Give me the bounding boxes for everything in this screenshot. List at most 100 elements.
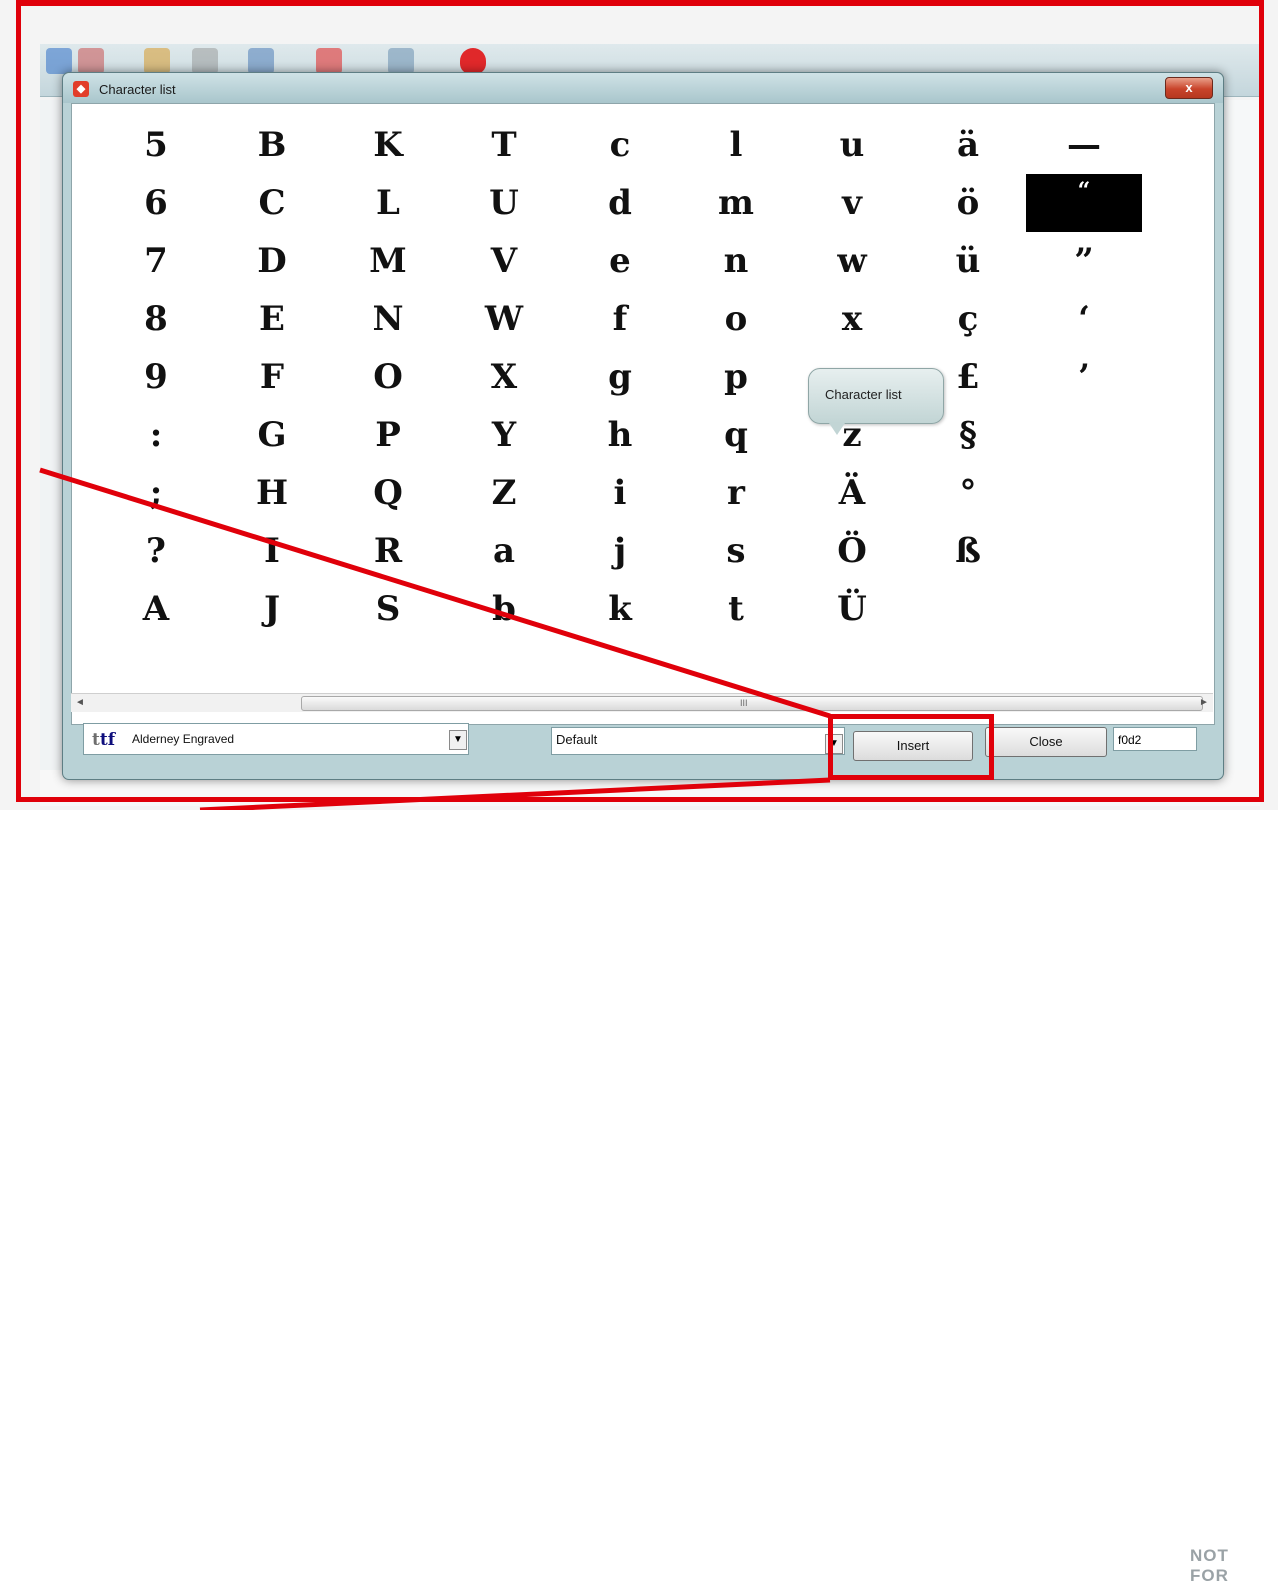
character-cell[interactable]: L [330, 174, 446, 232]
character-cell[interactable]: ‘ [1026, 290, 1142, 348]
character-cell[interactable]: e [562, 232, 678, 290]
character-cell[interactable]: M [330, 232, 446, 290]
dialog-bottom-bar: ttf Alderney Engraved ▼ Default ▼ Insert… [63, 713, 1223, 779]
character-cell[interactable]: ü [910, 232, 1026, 290]
heart-icon[interactable] [460, 48, 486, 74]
character-cell[interactable]: X [446, 348, 562, 406]
character-cell[interactable]: : [98, 406, 214, 464]
character-cell[interactable]: o [678, 290, 794, 348]
font-select[interactable]: ttf Alderney Engraved ▼ [83, 723, 469, 755]
truetype-font-icon: ttf [92, 730, 116, 750]
character-cell[interactable]: F [214, 348, 330, 406]
close-button[interactable]: Close [985, 727, 1107, 757]
laser-icon[interactable] [316, 48, 342, 74]
zoom-icon[interactable] [46, 48, 72, 74]
character-cell[interactable]: “ [1026, 174, 1142, 232]
character-cell[interactable]: k [562, 580, 678, 638]
character-cell[interactable]: p [678, 348, 794, 406]
character-cell[interactable]: O [330, 348, 446, 406]
character-cell[interactable]: h [562, 406, 678, 464]
scroll-grip: III [740, 698, 748, 708]
character-cell[interactable]: D [214, 232, 330, 290]
character-cell[interactable]: f [562, 290, 678, 348]
character-cell[interactable]: ° [910, 464, 1026, 522]
character-cell[interactable]: Z [446, 464, 562, 522]
character-cell[interactable]: c [562, 116, 678, 174]
character-cell[interactable]: T [446, 116, 562, 174]
insert-highlight-box [828, 714, 994, 780]
character-cell[interactable]: Ö [794, 522, 910, 580]
character-cell[interactable]: W [446, 290, 562, 348]
character-list-dialog: ◆ Character list x 5 6 7 8 9:;? A B C D E F G H I J K L M… [62, 72, 1224, 780]
character-cell[interactable]: 9 [98, 348, 214, 406]
character-cell[interactable]: v [794, 174, 910, 232]
character-cell[interactable]: ö [910, 174, 1026, 232]
eraser-icon[interactable] [248, 48, 274, 74]
character-cell[interactable]: — [1026, 116, 1142, 174]
character-cell[interactable]: ä [910, 116, 1026, 174]
character-cell[interactable]: n [678, 232, 794, 290]
character-cell[interactable]: Q [330, 464, 446, 522]
character-cell[interactable]: H [214, 464, 330, 522]
character-cell[interactable]: E [214, 290, 330, 348]
character-cell[interactable]: a [446, 522, 562, 580]
character-cell[interactable]: ß [910, 522, 1026, 580]
right-panel [1222, 100, 1261, 790]
character-cell[interactable]: N [330, 290, 446, 348]
character-cell[interactable]: m [678, 174, 794, 232]
style-select[interactable]: Default ▼ [551, 727, 845, 755]
character-cell[interactable]: g [562, 348, 678, 406]
character-cell[interactable]: r [678, 464, 794, 522]
character-cell[interactable]: Ä [794, 464, 910, 522]
character-cell[interactable]: R [330, 522, 446, 580]
character-cell[interactable]: w [794, 232, 910, 290]
close-window-button[interactable]: x [1165, 77, 1213, 99]
character-cell[interactable]: ” [1026, 232, 1142, 290]
character-cell[interactable]: B [214, 116, 330, 174]
hand-icon[interactable] [192, 48, 218, 74]
character-cell[interactable]: q [678, 406, 794, 464]
character-cell[interactable]: J [214, 580, 330, 638]
character-cell[interactable]: G [214, 406, 330, 464]
scroll-right-arrow-icon[interactable]: ► [1195, 694, 1213, 712]
character-cell[interactable]: U [446, 174, 562, 232]
scroll-left-arrow-icon[interactable]: ◄ [71, 694, 89, 712]
scrollbar-thumb[interactable]: III [301, 696, 1203, 711]
character-cell[interactable]: A [98, 580, 214, 638]
tooltip-tail [829, 423, 845, 435]
character-cell[interactable]: 8 [98, 290, 214, 348]
character-cell[interactable]: s [678, 522, 794, 580]
character-cell[interactable]: I [214, 522, 330, 580]
character-cell[interactable]: t [678, 580, 794, 638]
character-cell[interactable]: x [794, 290, 910, 348]
character-cell[interactable]: S [330, 580, 446, 638]
layout-icon[interactable] [388, 48, 414, 74]
character-cell[interactable]: Y [446, 406, 562, 464]
character-cell[interactable]: V [446, 232, 562, 290]
character-cell[interactable]: ? [98, 522, 214, 580]
brush-icon[interactable] [144, 48, 170, 74]
character-cell[interactable]: u [794, 116, 910, 174]
character-cell[interactable]: 7 [98, 232, 214, 290]
character-cell[interactable]: K [330, 116, 446, 174]
dialog-titlebar[interactable]: ◆ Character list x [63, 73, 1223, 103]
character-cell[interactable]: d [562, 174, 678, 232]
character-cell[interactable]: l [678, 116, 794, 174]
font-dropdown-icon[interactable]: ▼ [449, 730, 467, 750]
character-cell[interactable]: 5 [98, 116, 214, 174]
watermark-text: NOT FOR [1190, 1546, 1229, 1585]
character-cell[interactable]: ’ [1026, 348, 1142, 406]
character-cell[interactable]: P [330, 406, 446, 464]
character-cell[interactable]: i [562, 464, 678, 522]
horizontal-scrollbar[interactable]: ◄ III ► [71, 693, 1213, 712]
character-cell[interactable]: Ü [794, 580, 910, 638]
tooltip: Character list [808, 368, 944, 435]
zoom-area-icon[interactable] [78, 48, 104, 74]
character-cell[interactable]: C [214, 174, 330, 232]
character-code-input[interactable]: f0d2 [1113, 727, 1197, 751]
character-cell[interactable]: 6 [98, 174, 214, 232]
character-cell[interactable]: b [446, 580, 562, 638]
character-cell[interactable]: j [562, 522, 678, 580]
character-cell[interactable]: ç [910, 290, 1026, 348]
character-cell[interactable]: ; [98, 464, 214, 522]
